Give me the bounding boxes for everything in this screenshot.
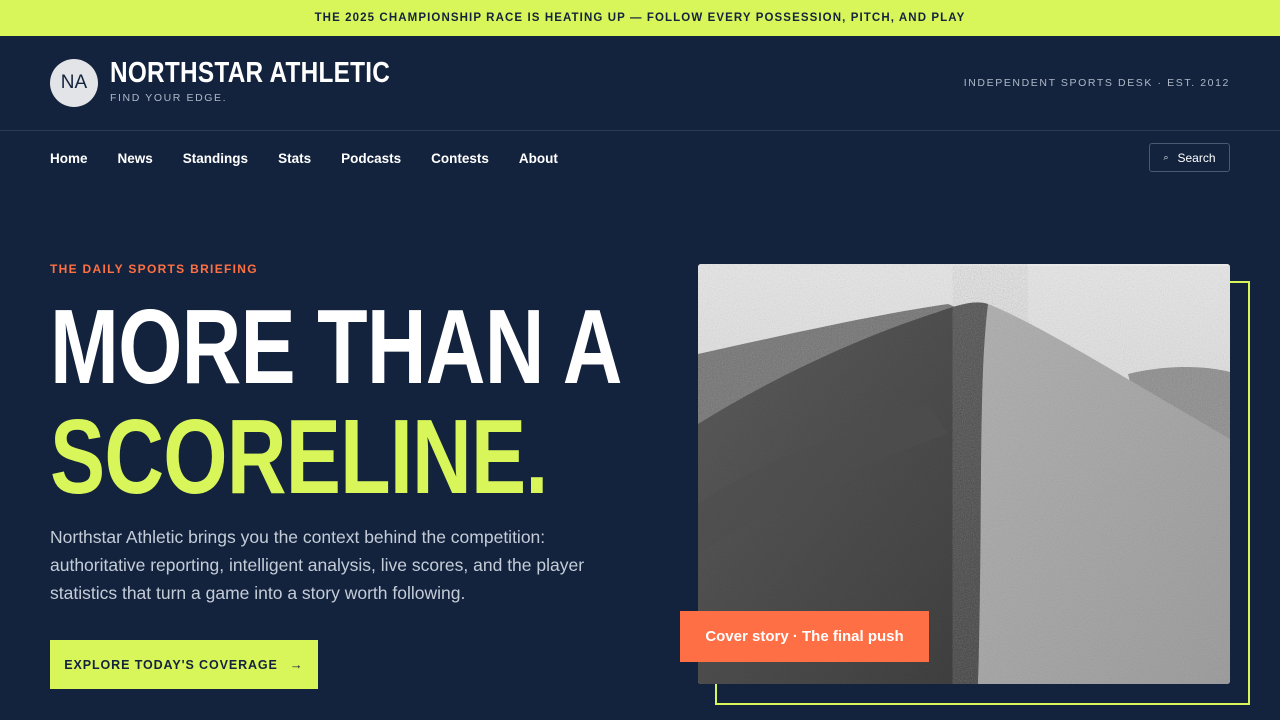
nav-item-about[interactable]: About (519, 150, 558, 168)
cta-label: EXPLORE TODAY'S COVERAGE (64, 657, 278, 672)
nav-item-home[interactable]: Home (50, 150, 88, 168)
explore-coverage-button[interactable]: EXPLORE TODAY'S COVERAGE → (50, 640, 318, 689)
search-button[interactable]: ⌕ Search (1149, 143, 1230, 172)
brand-name[interactable]: NORTHSTAR ATHLETIC (110, 58, 390, 88)
site-header: NA NORTHSTAR ATHLETIC FIND YOUR EDGE. IN… (0, 36, 1280, 131)
announcement-bar: THE 2025 CHAMPIONSHIP RACE IS HEATING UP… (0, 0, 1280, 36)
brand-tagline: FIND YOUR EDGE. (110, 92, 228, 104)
cover-story-caption[interactable]: Cover story · The final push (680, 611, 929, 662)
arrow-right-icon: → (289, 657, 304, 672)
logo-initials: NA (60, 72, 88, 93)
announcement-text: THE 2025 CHAMPIONSHIP RACE IS HEATING UP… (314, 12, 966, 24)
hero-intro: Northstar Athletic brings you the contex… (50, 527, 585, 603)
nav-item-podcasts[interactable]: Podcasts (341, 150, 401, 168)
main-nav: Home News Standings Stats Podcasts Conte… (50, 150, 588, 168)
nav-item-stats[interactable]: Stats (278, 150, 311, 168)
search-icon: ⌕ (1163, 152, 1169, 162)
desk-label: INDEPENDENT SPORTS DESK · EST. 2012 (963, 77, 1230, 89)
logo-badge[interactable]: NA (50, 59, 98, 107)
search-label: Search (1177, 150, 1216, 165)
hero-kicker: THE DAILY SPORTS BRIEFING (50, 262, 258, 276)
nav-item-news[interactable]: News (118, 150, 153, 168)
headline-line-1: MORE THAN A (50, 288, 622, 406)
nav-item-standings[interactable]: Standings (183, 150, 248, 168)
hero-headline: MORE THAN A SCORELINE. (50, 292, 622, 512)
nav-item-contests[interactable]: Contests (431, 150, 489, 168)
headline-line-2: SCORELINE. (50, 398, 548, 516)
